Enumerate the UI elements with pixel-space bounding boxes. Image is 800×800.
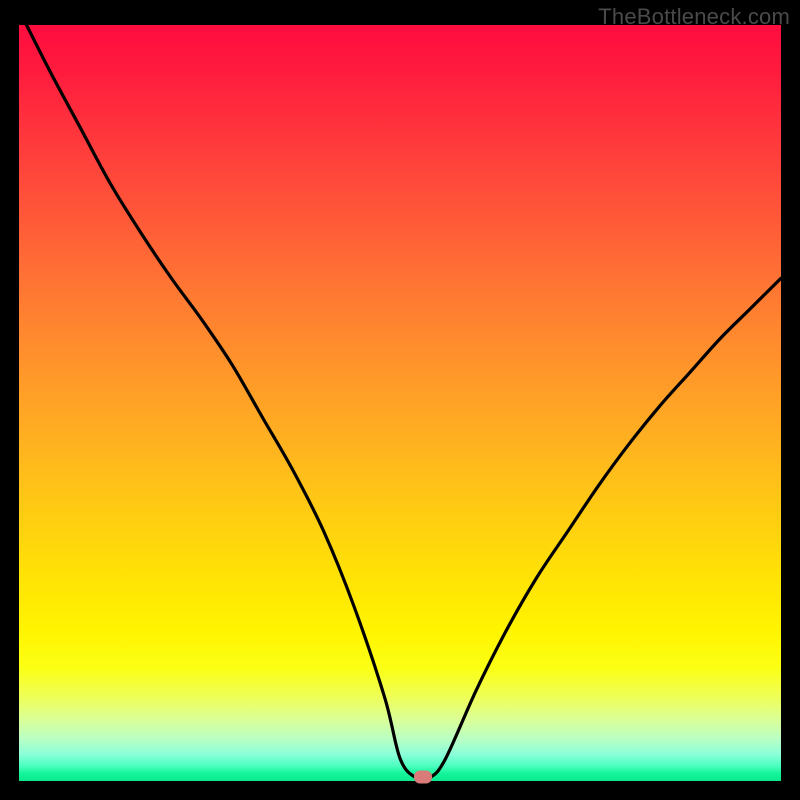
plot-area <box>19 25 781 781</box>
bottleneck-curve <box>19 25 781 781</box>
chart-frame: TheBottleneck.com <box>0 0 800 800</box>
optimal-point-marker <box>414 771 432 784</box>
watermark-text: TheBottleneck.com <box>598 4 790 30</box>
